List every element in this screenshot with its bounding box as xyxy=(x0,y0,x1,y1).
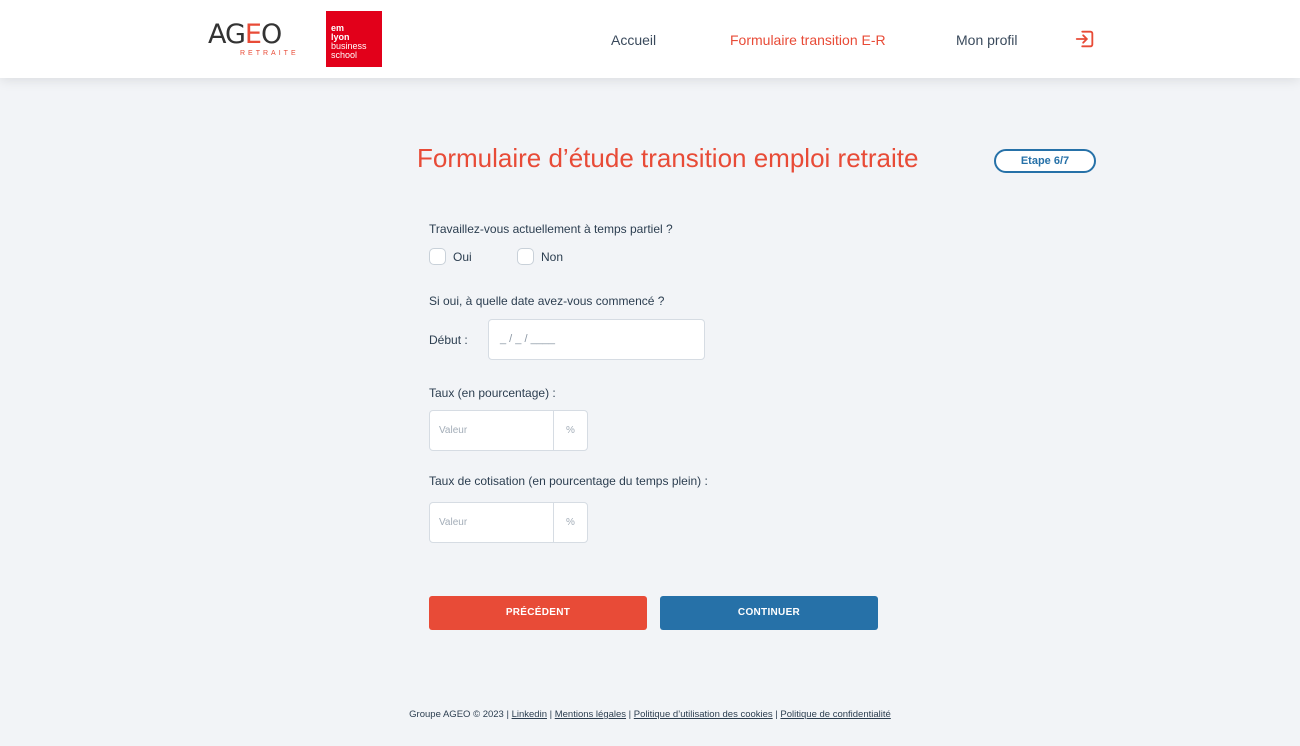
nav-mon-profil[interactable]: Mon profil xyxy=(956,32,1017,48)
checkbox-non[interactable] xyxy=(517,248,534,265)
footer-link-cookies[interactable]: Politique d’utilisation des cookies xyxy=(634,709,773,720)
contribution-rate-percent-suffix: % xyxy=(553,503,587,542)
rate-input[interactable]: Valeur xyxy=(430,411,553,450)
continue-button[interactable]: CONTINUER xyxy=(660,596,878,630)
logout-icon[interactable] xyxy=(1074,28,1096,50)
footer-copyright: Groupe AGEO © 2023 | xyxy=(409,709,512,720)
ageo-logo-subtitle: RETRAITE xyxy=(240,50,299,57)
start-date-label: Début : xyxy=(429,333,468,347)
question-rate-label: Taux (en pourcentage) : xyxy=(429,386,556,400)
checkbox-oui[interactable] xyxy=(429,248,446,265)
ageo-logo-word: AGEO xyxy=(208,19,282,50)
rate-percent-suffix: % xyxy=(553,411,587,450)
footer-link-confidentialite[interactable]: Politique de confidentialité xyxy=(780,709,890,720)
option-oui[interactable]: Oui xyxy=(429,248,472,265)
footer-separator: | xyxy=(546,709,555,720)
step-badge: Etape 6/7 xyxy=(994,149,1096,173)
contribution-rate-input-group: Valeur % xyxy=(429,502,588,543)
question-start-date-label: Si oui, à quelle date avez-vous commencé… xyxy=(429,294,665,308)
footer: Groupe AGEO © 2023 | Linkedin | Mentions… xyxy=(0,709,1300,720)
page-title: Formulaire d’étude transition emploi ret… xyxy=(417,143,919,173)
question-contribution-rate-label: Taux de cotisation (en pourcentage du te… xyxy=(429,474,708,488)
previous-button[interactable]: PRÉCÉDENT xyxy=(429,596,647,630)
option-non[interactable]: Non xyxy=(517,248,563,265)
footer-separator: | xyxy=(626,709,634,720)
nav-accueil[interactable]: Accueil xyxy=(611,32,656,48)
start-date-input[interactable]: _ / _ / ____ xyxy=(488,319,705,360)
rate-input-group: Valeur % xyxy=(429,410,588,451)
option-non-label: Non xyxy=(541,249,564,264)
contribution-rate-input[interactable]: Valeur xyxy=(430,503,553,542)
option-oui-label: Oui xyxy=(453,249,472,264)
nav-formulaire-transition[interactable]: Formulaire transition E-R xyxy=(730,32,886,48)
emlyon-logo-line: school xyxy=(331,50,358,60)
emlyon-logo[interactable]: em lyon business school xyxy=(326,11,382,67)
footer-link-mentions-legales[interactable]: Mentions légales xyxy=(555,709,626,720)
footer-link-linkedin[interactable]: Linkedin xyxy=(512,709,547,720)
ageo-logo[interactable]: AGEO RETRAITE xyxy=(208,18,300,62)
question-part-time-label: Travaillez-vous actuellement à temps par… xyxy=(429,222,673,236)
top-header: AGEO RETRAITE em lyon business school Ac… xyxy=(0,0,1300,78)
